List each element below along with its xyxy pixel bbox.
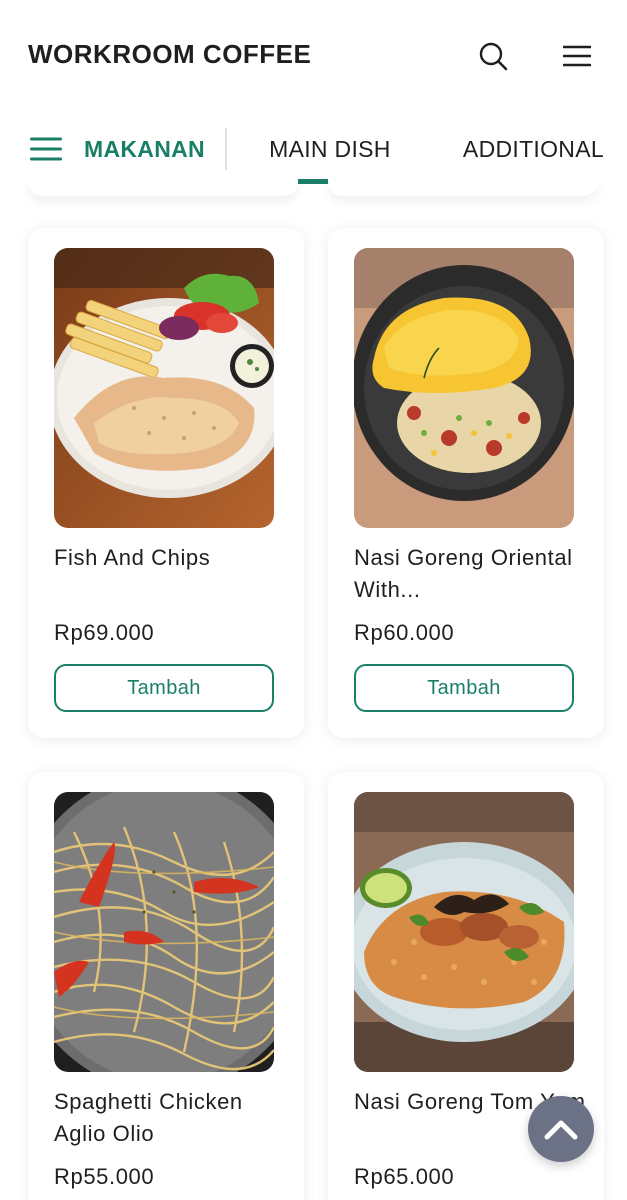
product-photo[interactable] (54, 792, 274, 1072)
product-name: Nasi Goreng Oriental With... (354, 545, 573, 602)
hamburger-menu-icon (563, 45, 591, 67)
category-menu-button[interactable]: MAKANAN (0, 112, 205, 186)
top-header: WORKROOM COFFEE (0, 0, 627, 112)
product-photo[interactable] (54, 248, 274, 528)
product-name: Fish And Chips (54, 545, 211, 570)
chevron-up-icon (544, 1120, 578, 1140)
product-card[interactable]: Spaghetti Chicken Aglio Olio Rp55.000 (28, 772, 304, 1200)
fish-and-chips-image (54, 248, 274, 528)
product-photo[interactable] (354, 248, 574, 528)
tab-main-dish[interactable]: MAIN DISH (240, 112, 419, 186)
previous-card-edge (328, 178, 598, 196)
scroll-to-top-button[interactable] (528, 1096, 594, 1162)
tab-divider (224, 128, 227, 170)
search-button[interactable] (471, 34, 515, 78)
tab-additional[interactable]: ADDITIONAL (463, 112, 604, 186)
search-icon (479, 42, 508, 71)
add-to-cart-button[interactable]: Tambah (354, 664, 574, 712)
product-price: Rp60.000 (354, 620, 455, 645)
previous-card-edge (28, 178, 298, 196)
app-screen: WORKROOM COFFEE MAKANAN MAIN DISH ADDITI… (0, 0, 627, 1200)
category-tab-bar: MAKANAN MAIN DISH ADDITIONAL (0, 112, 627, 186)
product-card[interactable]: Nasi Goreng Oriental With... Rp60.000 Ta… (328, 228, 604, 738)
category-label: MAKANAN (84, 135, 205, 162)
product-photo[interactable] (354, 792, 574, 1072)
category-hamburger-icon (30, 137, 62, 161)
product-price: Rp69.000 (54, 620, 155, 645)
product-price: Rp65.000 (354, 1164, 455, 1189)
fried-rice-omelette-image (354, 248, 574, 528)
main-menu-button[interactable] (555, 34, 599, 78)
product-name: Spaghetti Chicken Aglio Olio (54, 1089, 243, 1146)
brand-title: WORKROOM COFFEE (28, 38, 312, 69)
spaghetti-image (54, 792, 274, 1072)
product-card[interactable]: Fish And Chips Rp69.000 Tambah (28, 228, 304, 738)
tom-yam-fried-rice-image (354, 792, 574, 1072)
product-price: Rp55.000 (54, 1164, 155, 1189)
add-to-cart-button[interactable]: Tambah (54, 664, 274, 712)
